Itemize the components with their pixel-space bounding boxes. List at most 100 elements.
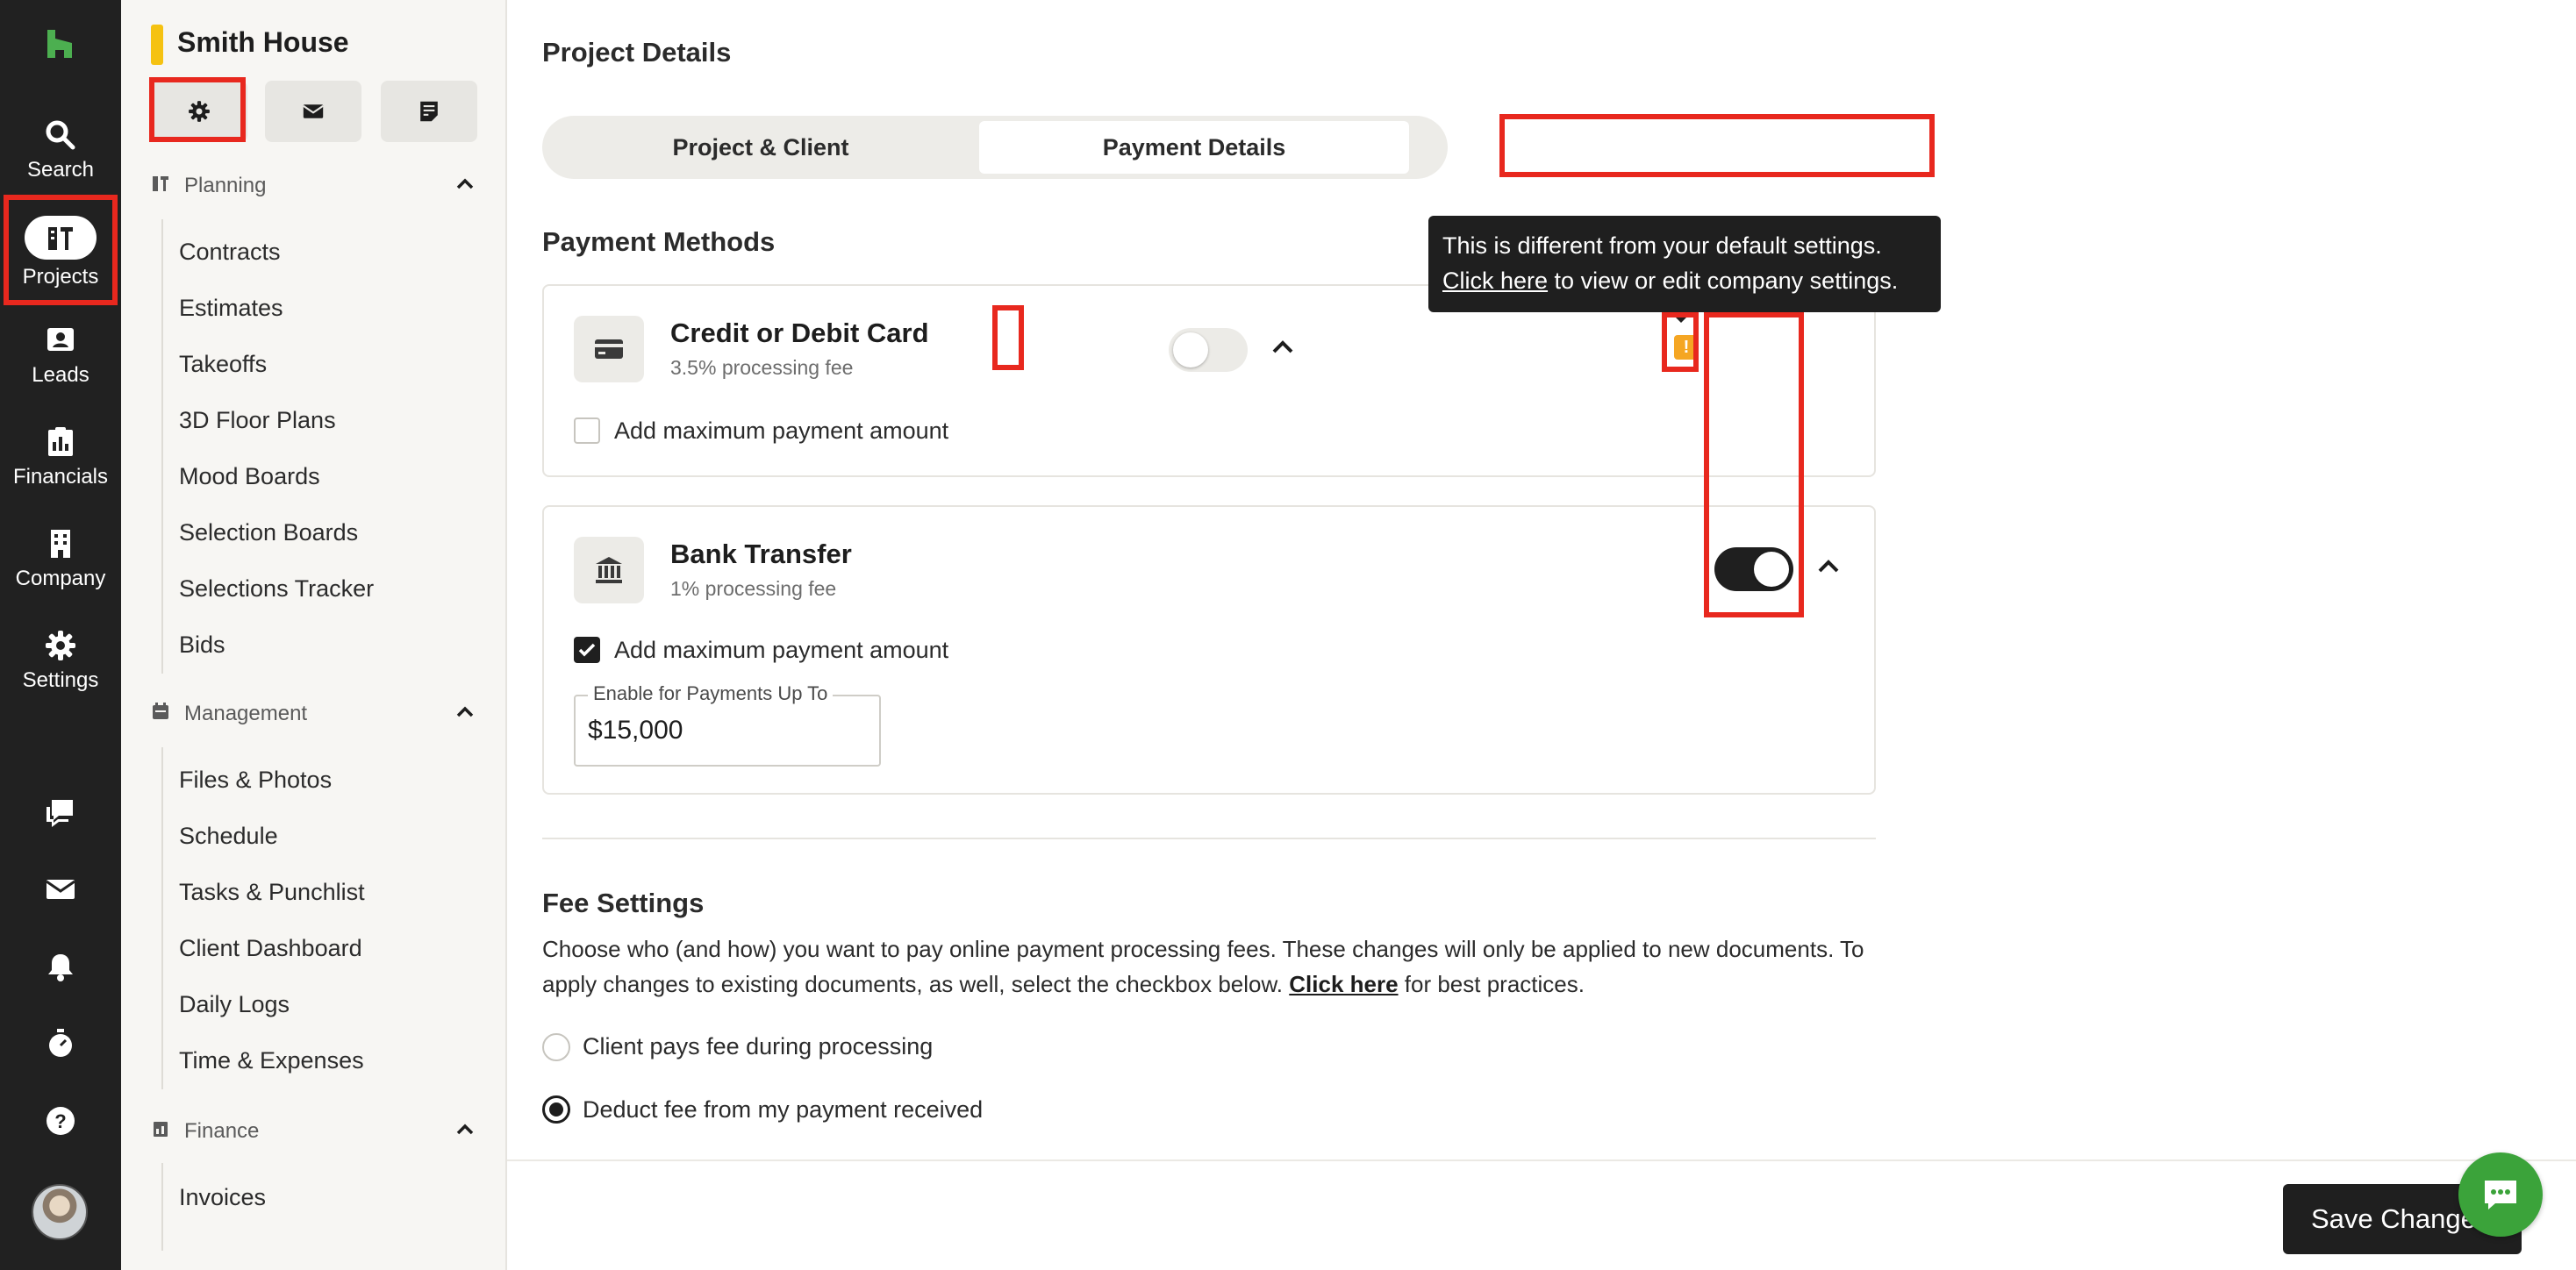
method-fee: 1% processing fee [670,577,837,600]
nav-selection-boards[interactable]: Selection Boards [179,519,358,546]
rail-label: Leads [32,363,89,387]
project-notes-button[interactable] [381,81,477,142]
bank-icon [574,537,644,603]
nav-takeoffs[interactable]: Takeoffs [179,351,267,378]
houzz-logo[interactable] [42,26,77,61]
chevron-up-icon [453,172,477,196]
app-rail: Search Projects Leads Financials Company… [0,0,121,1270]
payment-methods-title: Payment Methods [542,226,776,257]
chat-bubble-icon [2485,1181,2516,1209]
planning-icon [151,174,170,193]
fee-settings-title: Fee Settings [542,888,705,918]
chevron-up-icon[interactable] [1814,553,1843,581]
rail-projects[interactable]: Projects [0,216,121,289]
nav-estimates[interactable]: Estimates [179,295,283,322]
method-title: Bank Transfer [670,539,852,569]
chevron-up-icon[interactable] [1269,333,1297,361]
radio-label: Client pays fee during processing [583,1033,934,1060]
method-title: Credit or Debit Card [670,318,929,348]
document-icon [420,101,438,122]
projects-icon [25,216,97,260]
section-title: Finance [184,1119,260,1143]
warning-icon[interactable]: ! [1674,335,1699,360]
tooltip-line1: This is different from your default sett… [1442,232,1882,259]
gear-icon [189,101,210,122]
mail-icon[interactable] [43,872,78,907]
help-icon[interactable]: ? [43,1103,78,1138]
chat-button[interactable] [2458,1152,2543,1237]
field-label: Enable for Payments Up To [588,682,834,705]
nav-tasks-punchlist[interactable]: Tasks & Punchlist [179,879,365,906]
chat-icon[interactable] [43,795,78,830]
nav-schedule[interactable]: Schedule [179,823,278,850]
tab-payment-details[interactable]: Payment Details [979,121,1409,174]
leads-icon [43,323,78,358]
nav-client-dashboard[interactable]: Client Dashboard [179,935,362,962]
main-content: Project Details Project & Client Payment… [507,0,2576,1270]
nav-mood-boards[interactable]: Mood Boards [179,463,320,490]
bell-icon[interactable] [43,949,78,984]
section-planning[interactable]: Planning [151,168,477,203]
credit-card-icon [574,316,644,382]
max-amount-checkbox[interactable] [574,637,600,663]
chevron-up-icon [453,1117,477,1142]
finance-icon [151,1119,170,1138]
footer-bar [507,1159,2576,1270]
rail-settings[interactable]: Settings [0,628,121,693]
financials-icon [43,425,78,460]
fee-desc-text: for best practices. [1398,971,1585,997]
nav-selections-tracker[interactable]: Selections Tracker [179,575,374,603]
tab-project-client[interactable]: Project & Client [542,116,979,179]
section-management[interactable]: Management [151,696,477,731]
bank-transfer-toggle[interactable] [1714,547,1793,591]
svg-text:?: ? [54,1110,66,1132]
nav-bids[interactable]: Bids [179,631,225,659]
search-icon [43,118,78,153]
tab-bar: Project & Client Payment Details [542,116,1448,179]
chevron-up-icon [453,700,477,724]
tooltip-line2: to view or edit company settings. [1548,268,1899,294]
section-title: Management [184,702,308,725]
credit-card-toggle[interactable] [1169,328,1248,372]
nav-contracts[interactable]: Contracts [179,239,281,266]
rail-label: Search [26,158,95,182]
rail-label: Financials [12,465,109,489]
rail-leads[interactable]: Leads [0,323,121,388]
nav-files-photos[interactable]: Files & Photos [179,767,332,794]
company-icon [43,526,78,561]
nav-invoices[interactable]: Invoices [179,1184,266,1211]
max-amount-field[interactable]: Enable for Payments Up To $15,000 [574,682,881,767]
rail-label: Projects [22,265,99,289]
project-messages-button[interactable] [265,81,361,142]
rail-label: Company [15,567,106,590]
company-settings-link[interactable]: Click here [1442,268,1548,294]
mail-icon [303,104,324,118]
radio-client-pays[interactable] [542,1033,570,1061]
nav-time-expenses[interactable]: Time & Expenses [179,1047,364,1074]
nav-3d-floor-plans[interactable]: 3D Floor Plans [179,407,336,434]
radio-deduct-fee[interactable] [542,1095,570,1124]
section-finance[interactable]: Finance [151,1114,477,1149]
fee-settings-description: Choose who (and how) you want to pay onl… [542,931,1911,1002]
check-icon [578,643,596,657]
project-settings-button[interactable] [151,81,247,142]
fee-desc-text: Choose who (and how) you want to pay onl… [542,936,1864,997]
divider [542,838,1876,839]
project-sidebar: Smith House Planning Contracts Estimates… [121,0,507,1270]
rail-financials[interactable]: Financials [0,425,121,489]
max-amount-checkbox[interactable] [574,417,600,444]
default-settings-tooltip: This is different from your default sett… [1428,216,1941,312]
section-divider-line [161,219,163,674]
max-amount-label: Add maximum payment amount [614,417,949,444]
best-practices-link[interactable]: Click here [1289,971,1398,997]
rail-label: Settings [22,668,99,692]
page-title: Project Details [542,37,732,68]
section-title: Planning [184,174,267,197]
rail-search[interactable]: Search [0,118,121,182]
timer-icon[interactable] [43,1026,78,1061]
project-title: Smith House [177,26,349,58]
avatar[interactable] [32,1184,88,1240]
max-amount-label: Add maximum payment amount [614,637,949,663]
nav-daily-logs[interactable]: Daily Logs [179,991,290,1018]
rail-company[interactable]: Company [0,526,121,591]
